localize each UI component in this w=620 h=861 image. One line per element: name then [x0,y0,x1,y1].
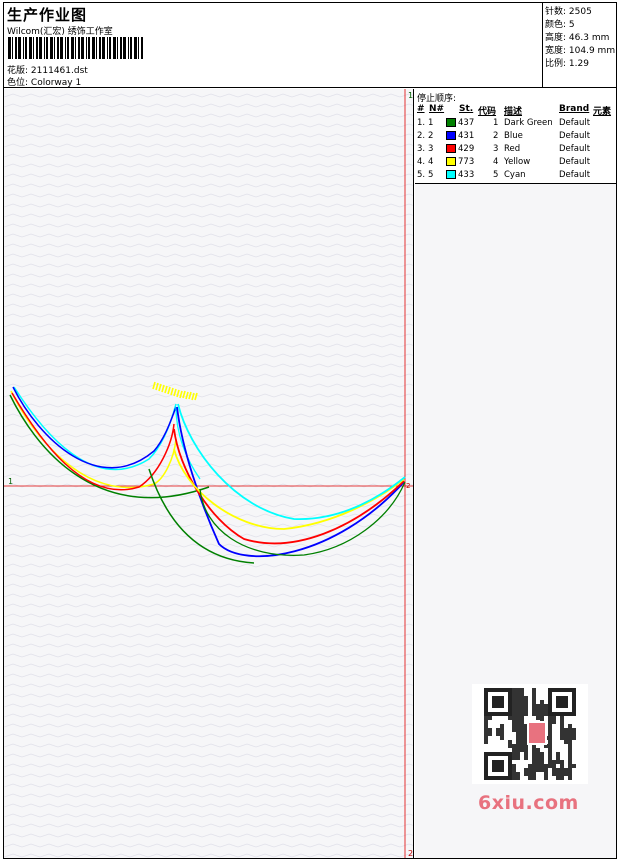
marker-left: 1 [8,477,13,486]
design-preview: 1 1 2 2 [4,89,414,858]
stat-height: 高度: 46.3 mm [545,33,610,43]
stat-colors: 颜色: 5 [545,20,575,30]
stat-stitches: 针数: 2505 [545,7,592,17]
worksheet-header: 生产作业图 Wilcom(汇宏) 绣饰工作室 花版: 2111461.dst 色… [4,3,616,88]
barcode [8,37,143,59]
marker-right: 2 [406,482,410,490]
color-swatch [446,118,456,127]
stop-sequence-table: 停止顺序: # N# St. 代码 描述 Brand 元素 1. 1 437 1 Dar… [415,89,616,184]
production-worksheet: 生产作业图 Wilcom(汇宏) 绣饰工作室 花版: 2111461.dst 色… [3,2,617,859]
embroidery-design: 1 1 2 2 [4,89,413,858]
company-name: Wilcom(汇宏) 绣饰工作室 [7,27,113,37]
color-swatch [446,131,456,140]
color-swatch [446,170,456,179]
stat-scale: 比例: 1.29 [545,59,589,69]
page-title: 生产作业图 [7,6,88,24]
brand-watermark: 6xiu.com [478,792,579,814]
table-row: 3. 3 429 3 Red Default [417,144,591,154]
table-row: 4. 4 773 4 Yellow Default [417,157,591,167]
table-header: # N# St. 代码 描述 Brand 元素 [417,104,612,117]
design-stats: 针数: 2505 颜色: 5 高度: 46.3 mm 宽度: 104.9 mm … [542,3,616,88]
marker-top: 1 [408,91,413,100]
table-row: 1. 1 437 1 Dark Green Default [417,118,591,128]
marker-bottom: 2 [408,849,413,858]
colorway: 色位: Colorway 1 [7,78,82,88]
sequence-title: 停止顺序: [417,94,457,104]
table-row: 5. 5 433 5 Cyan Default [417,170,591,180]
color-swatch [446,144,456,153]
qr-code [472,684,588,784]
color-swatch [446,157,456,166]
table-row: 2. 2 431 2 Blue Default [417,131,591,141]
header-info: 生产作业图 Wilcom(汇宏) 绣饰工作室 花版: 2111461.dst 色… [4,3,542,88]
stat-width: 宽度: 104.9 mm [545,46,616,56]
